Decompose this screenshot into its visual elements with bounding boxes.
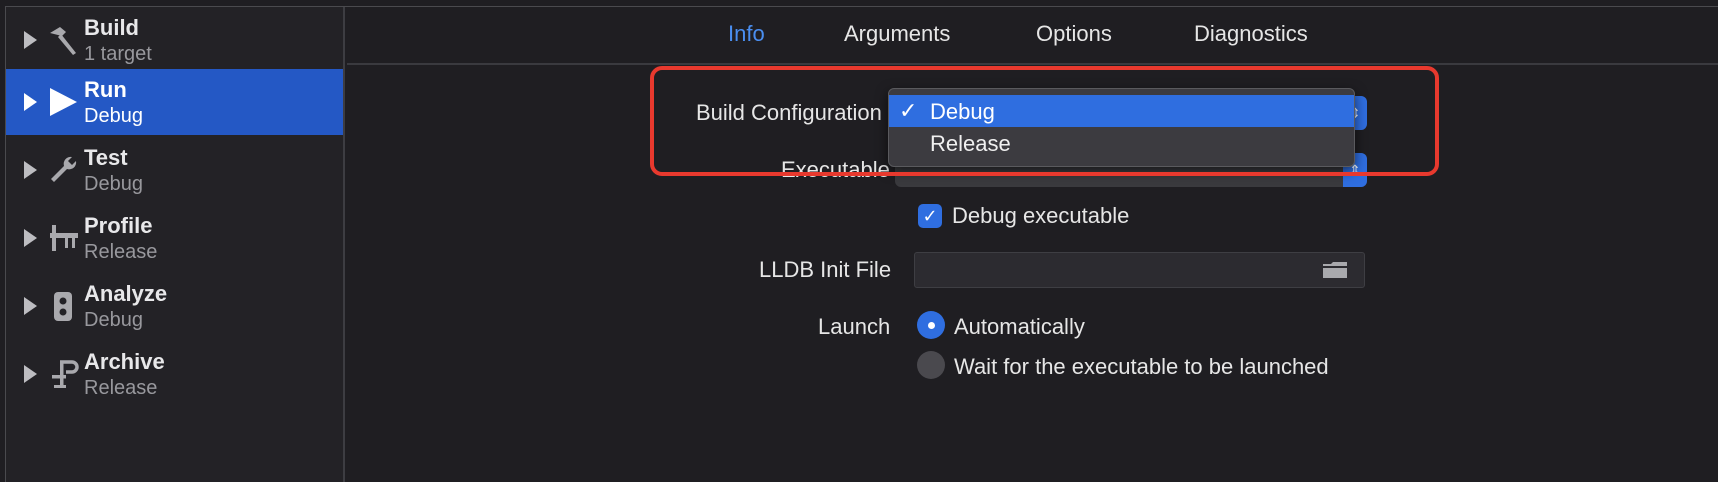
lldb-init-file-label: LLDB Init File — [759, 257, 892, 282]
lldb-init-file-field[interactable] — [914, 252, 1365, 288]
folder-icon[interactable] — [1322, 261, 1348, 279]
disclosure-triangle-icon[interactable] — [24, 161, 37, 179]
launch-wait-label: Wait for the executable to be launched — [954, 354, 1329, 379]
sidebar-item-title: Archive — [84, 349, 165, 374]
sidebar-item-profile[interactable]: Profile Release — [6, 205, 343, 271]
annotation-highlight-box — [650, 66, 1439, 176]
sidebar-item-analyze[interactable]: Analyze Debug — [6, 273, 343, 339]
debug-executable-checkbox[interactable]: ✓ — [918, 204, 942, 228]
tab-bar: Info Arguments Options Diagnostics — [347, 7, 1718, 65]
sidebar-item-subtitle: Debug — [84, 309, 143, 331]
launch-wait-radio[interactable] — [917, 351, 945, 379]
sidebar-item-title: Build — [84, 15, 139, 40]
hammer-icon — [44, 21, 82, 59]
sidebar-item-archive[interactable]: Archive Release — [6, 341, 343, 407]
sidebar-item-run[interactable]: Run Debug — [6, 69, 343, 135]
debug-executable-label: Debug executable — [952, 203, 1130, 228]
instruments-icon — [44, 219, 82, 257]
disclosure-triangle-icon[interactable] — [24, 297, 37, 315]
sidebar-item-test[interactable]: Test Debug — [6, 137, 343, 203]
launch-automatically-label: Automatically — [954, 314, 1085, 339]
play-icon — [44, 83, 82, 121]
sidebar-item-build[interactable]: Build 1 target — [6, 7, 343, 73]
sidebar-item-subtitle: Debug — [84, 105, 143, 127]
launch-automatically-radio[interactable] — [917, 311, 945, 339]
sidebar-item-title: Run — [84, 77, 127, 102]
archive-icon — [44, 355, 82, 393]
scheme-action-sidebar: Build 1 target Run Debug Test Debug Prof… — [6, 7, 345, 482]
tab-info[interactable]: Info — [728, 21, 765, 47]
sidebar-item-title: Profile — [84, 213, 153, 238]
wrench-icon — [44, 151, 82, 189]
sidebar-item-subtitle: Release — [84, 241, 158, 263]
sidebar-item-subtitle: Debug — [84, 173, 143, 195]
tab-arguments[interactable]: Arguments — [844, 21, 950, 47]
disclosure-triangle-icon[interactable] — [24, 229, 37, 247]
disclosure-triangle-icon[interactable] — [24, 31, 37, 49]
analyze-icon — [44, 287, 82, 325]
tab-options[interactable]: Options — [1036, 21, 1112, 47]
sidebar-item-subtitle: Release — [84, 377, 158, 399]
sidebar-item-title: Test — [84, 145, 128, 170]
disclosure-triangle-icon[interactable] — [24, 365, 37, 383]
tab-diagnostics[interactable]: Diagnostics — [1194, 21, 1308, 47]
sidebar-item-title: Analyze — [84, 281, 168, 306]
disclosure-triangle-icon[interactable] — [24, 93, 37, 111]
launch-label: Launch — [818, 314, 891, 339]
sidebar-item-subtitle: 1 target — [84, 43, 152, 65]
